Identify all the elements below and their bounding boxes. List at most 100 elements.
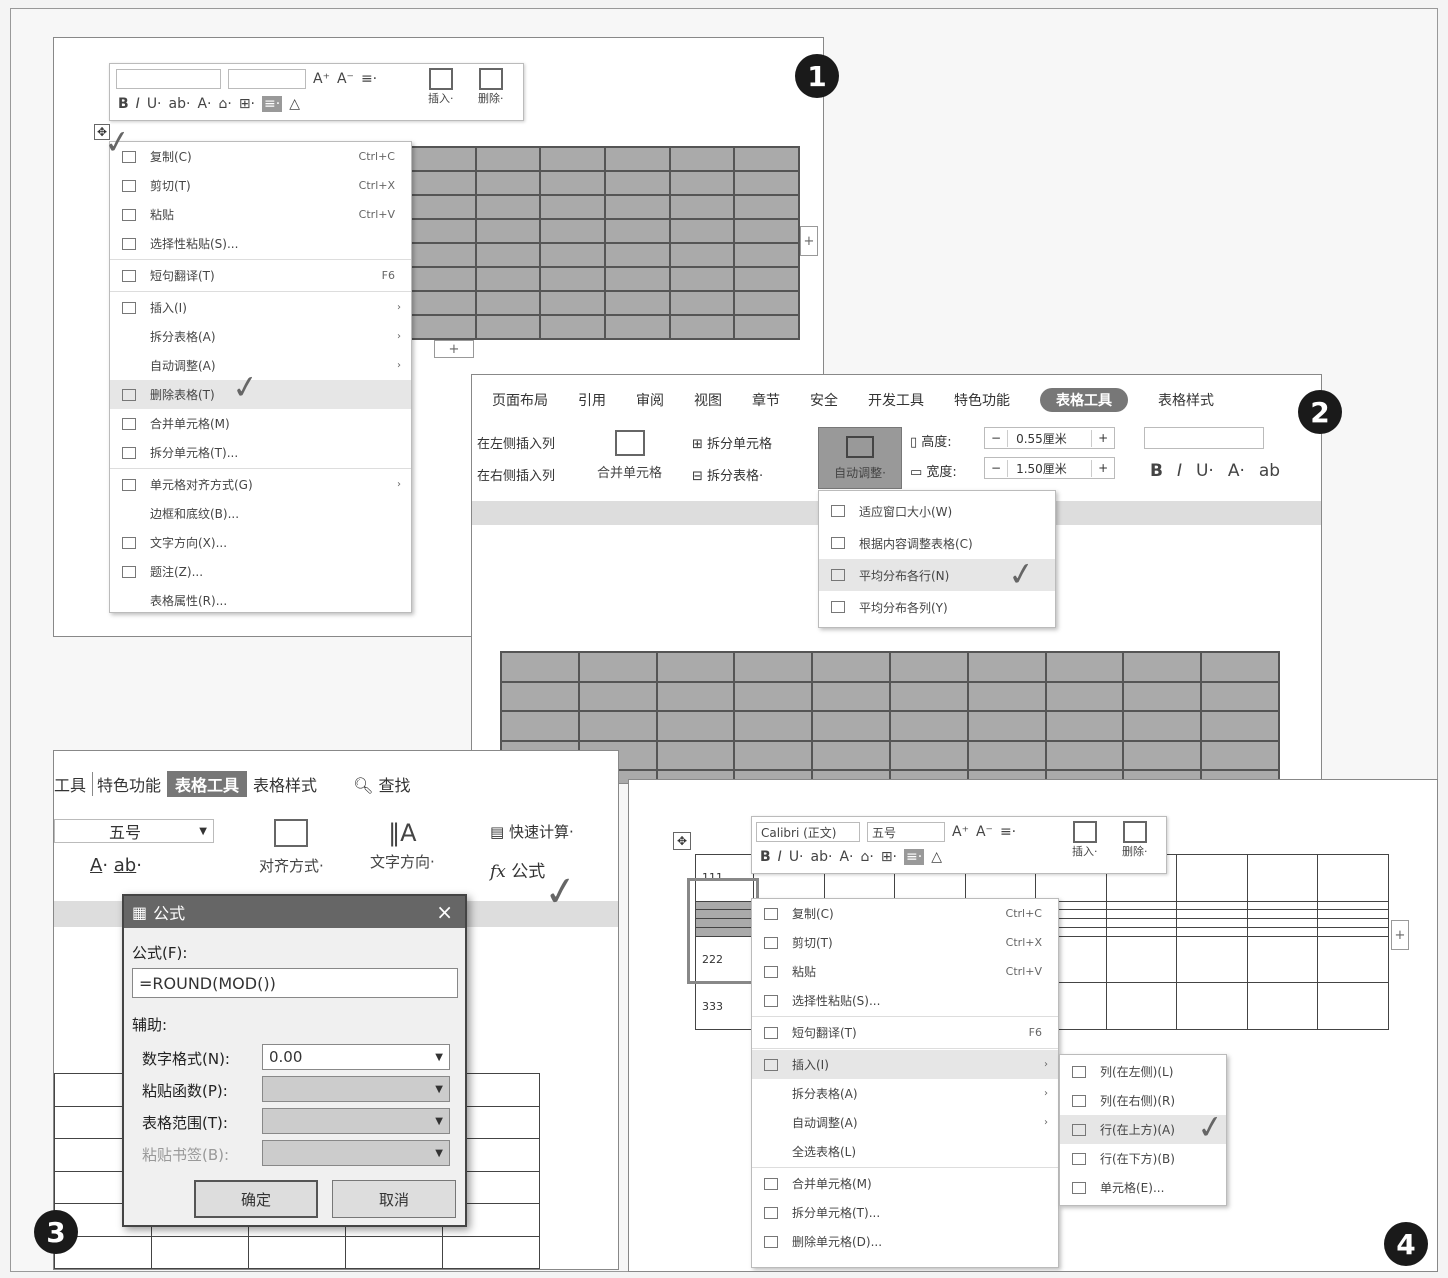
font-select[interactable] <box>1144 427 1264 449</box>
alignment-button[interactable]: 对齐方式· <box>259 819 324 876</box>
height-decrease[interactable]: − <box>985 431 1007 445</box>
menu-distribute-columns[interactable]: 平均分布各列(Y) <box>819 591 1055 623</box>
height-value[interactable]: 0.55厘米 <box>1007 429 1093 447</box>
text-direction-button[interactable]: ‖A 文字方向· <box>370 819 435 872</box>
underline-button[interactable]: U· <box>147 96 162 112</box>
menu-paste[interactable]: 粘贴 Ctrl+V <box>110 200 411 229</box>
italic-button[interactable]: I <box>136 96 140 112</box>
add-row-button[interactable]: + <box>434 340 474 358</box>
tab-developer[interactable]: 开发工具 <box>868 390 924 410</box>
font-size-select[interactable]: 五号 <box>867 822 945 842</box>
tab-table-style[interactable]: 表格样式 <box>1158 390 1214 410</box>
menu-borders-shading[interactable]: 边框和底纹(B)... <box>110 499 411 528</box>
autofit-button[interactable]: 自动调整· <box>818 427 902 489</box>
tab-review[interactable]: 审阅 <box>636 390 664 410</box>
strikethrough-button[interactable]: ab· <box>169 96 191 112</box>
shading-button[interactable]: ⌂· <box>860 849 873 865</box>
tab-table-tools[interactable]: 表格工具 <box>167 771 248 797</box>
menu-text-direction[interactable]: 文字方向(X)... <box>110 528 411 557</box>
width-decrease[interactable]: − <box>985 461 1007 475</box>
submenu-cell[interactable]: 单元格(E)... <box>1060 1173 1226 1202</box>
shading-button[interactable]: ⌂· <box>218 96 231 112</box>
insert-column-right-button[interactable]: 在右侧插入列 <box>477 465 555 484</box>
align-button[interactable]: ≡· <box>262 96 283 112</box>
menu-copy[interactable]: 复制(C) Ctrl+C <box>110 142 411 171</box>
formula-input[interactable]: =ROUND(MOD()) <box>132 968 458 998</box>
underline-button[interactable]: U· <box>1196 461 1214 481</box>
menu-delete-cells[interactable]: 删除单元格(D)... <box>752 1227 1058 1256</box>
split-cells-button[interactable]: ⊞ 拆分单元格 <box>692 433 772 452</box>
paste-function-select[interactable]: ▼ <box>262 1076 450 1102</box>
tab-view[interactable]: 视图 <box>694 390 722 410</box>
cancel-button[interactable]: 取消 <box>332 1180 456 1218</box>
shrink-font-icon[interactable]: A⁻ <box>337 71 354 87</box>
height-increase[interactable]: + <box>1092 431 1114 445</box>
menu-delete-table[interactable]: 删除表格(T) <box>110 380 411 409</box>
font-color-button[interactable]: A· ab· <box>90 855 142 876</box>
bold-button[interactable]: B <box>760 849 771 865</box>
menu-table-properties[interactable]: 表格属性(R)... <box>110 586 411 615</box>
add-column-button[interactable]: + <box>1391 920 1409 950</box>
add-column-button[interactable]: + <box>800 226 818 256</box>
insert-button[interactable]: 插入· <box>1072 821 1098 859</box>
delete-button[interactable]: 删除· <box>1122 821 1148 859</box>
eraser-icon[interactable]: △ <box>931 849 942 865</box>
bold-button[interactable]: B <box>118 96 129 112</box>
width-increase[interactable]: + <box>1092 461 1114 475</box>
tab-features[interactable]: 特色功能 <box>954 390 1010 410</box>
menu-autofit[interactable]: 自动调整(A) › <box>752 1108 1058 1137</box>
menu-translate[interactable]: 短句翻译(T) F6 <box>752 1018 1058 1047</box>
merge-cells-button[interactable]: 合并单元格 <box>597 430 662 481</box>
menu-split-cells[interactable]: 拆分单元格(T)... <box>110 438 411 467</box>
italic-button[interactable]: I <box>778 849 782 865</box>
submenu-column-left[interactable]: 列(在左侧)(L) <box>1060 1057 1226 1086</box>
height-spinner[interactable]: − 0.55厘米 + <box>984 427 1116 449</box>
line-spacing-icon[interactable]: ≡· <box>1000 824 1016 840</box>
table-cell[interactable]: 333 <box>695 982 754 1030</box>
menu-select-table[interactable]: 全选表格(L) <box>752 1137 1058 1166</box>
tab-security[interactable]: 安全 <box>810 390 838 410</box>
borders-button[interactable]: ⊞· <box>239 96 255 112</box>
grow-font-icon[interactable]: A⁺ <box>313 71 330 87</box>
font-color-button[interactable]: A· <box>197 96 211 112</box>
menu-paste-special[interactable]: 选择性粘贴(S)... <box>752 986 1058 1015</box>
formula-button[interactable]: fx 公式 <box>490 857 545 882</box>
borders-button[interactable]: ⊞· <box>881 849 897 865</box>
width-value[interactable]: 1.50厘米 <box>1007 459 1093 477</box>
underline-button[interactable]: U· <box>789 849 804 865</box>
menu-copy[interactable]: 复制(C) Ctrl+C <box>752 899 1058 928</box>
font-name-select[interactable]: Calibri (正文) <box>756 822 860 842</box>
menu-paste[interactable]: 粘贴 Ctrl+V <box>752 957 1058 986</box>
menu-insert[interactable]: 插入(I) › <box>110 293 411 322</box>
tab-table-tools[interactable]: 表格工具 <box>1040 388 1128 412</box>
search-button[interactable]: 🔍︎ 查找 <box>353 772 410 796</box>
table-range-select[interactable]: ▼ <box>262 1108 450 1134</box>
menu-merge-cells[interactable]: 合并单元格(M) <box>110 409 411 438</box>
bold-button[interactable]: B <box>1150 461 1163 481</box>
tab-references[interactable]: 引用 <box>578 390 606 410</box>
shrink-font-icon[interactable]: A⁻ <box>976 824 993 840</box>
eraser-icon[interactable]: △ <box>289 96 300 112</box>
font-size-select[interactable] <box>228 69 306 89</box>
number-format-select[interactable]: 0.00 ▼ <box>262 1044 450 1070</box>
tab-features[interactable]: 特色功能 <box>92 772 161 796</box>
close-icon[interactable]: × <box>436 900 453 924</box>
menu-cell-alignment[interactable]: 单元格对齐方式(G) › <box>110 470 411 499</box>
font-color-button[interactable]: A· <box>1228 461 1245 481</box>
menu-autofit[interactable]: 自动调整(A) › <box>110 351 411 380</box>
menu-paste-special[interactable]: 选择性粘贴(S)... <box>110 229 411 258</box>
ok-button[interactable]: 确定 <box>194 1180 318 1218</box>
strikethrough-button[interactable]: ab <box>1259 461 1280 481</box>
menu-caption[interactable]: 题注(Z)... <box>110 557 411 586</box>
grow-font-icon[interactable]: A⁺ <box>952 824 969 840</box>
italic-button[interactable]: I <box>1177 461 1182 481</box>
selected-table[interactable] <box>410 146 800 340</box>
font-color-button[interactable]: A· <box>839 849 853 865</box>
menu-cut[interactable]: 剪切(T) Ctrl+X <box>752 928 1058 957</box>
menu-fit-window[interactable]: 适应窗口大小(W) <box>819 495 1055 527</box>
font-size-select[interactable]: 五号 ▼ <box>54 819 214 843</box>
tab-page-layout[interactable]: 页面布局 <box>492 390 548 410</box>
menu-merge-cells[interactable]: 合并单元格(M) <box>752 1169 1058 1198</box>
menu-split-table[interactable]: 拆分表格(A) › <box>752 1079 1058 1108</box>
menu-cut[interactable]: 剪切(T) Ctrl+X <box>110 171 411 200</box>
